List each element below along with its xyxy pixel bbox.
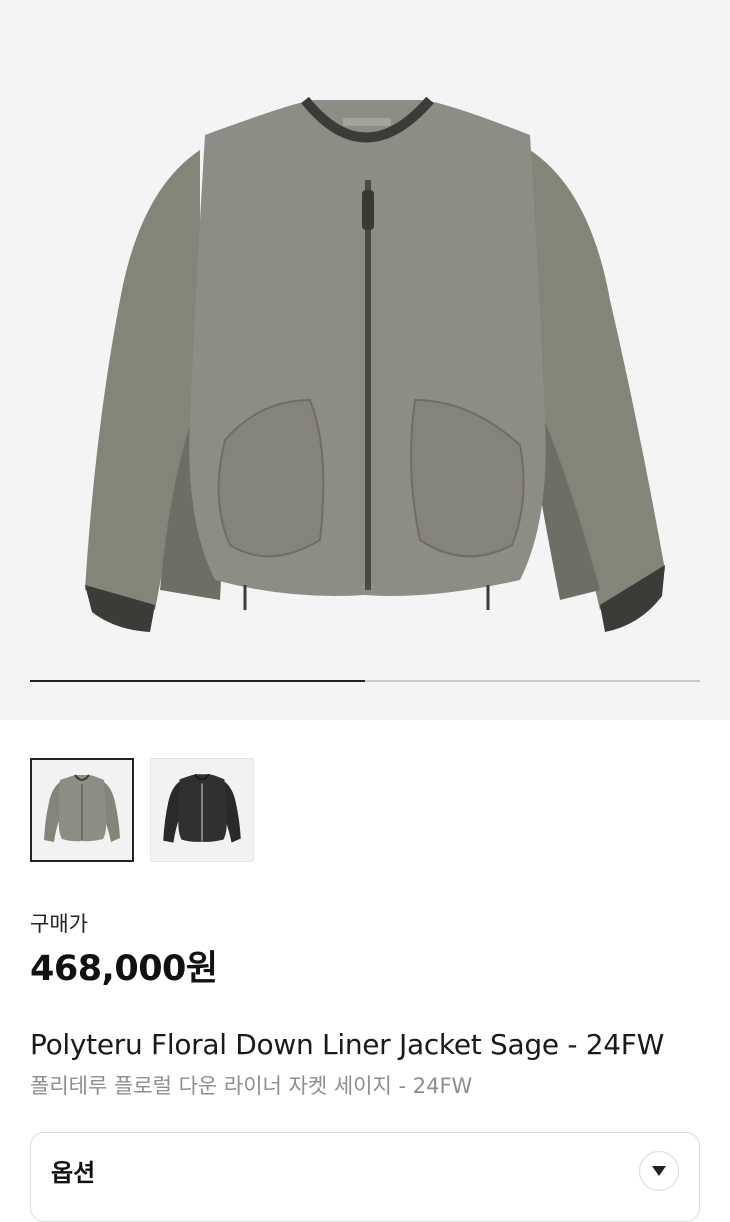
jacket-thumbnail-image — [44, 774, 120, 842]
gallery-progress-bar — [30, 680, 700, 682]
product-main-image — [85, 96, 665, 632]
gallery-progress-fill — [30, 680, 365, 682]
option-label: 옵션 — [51, 1159, 96, 1187]
thumbnail-black-jacket[interactable] — [150, 758, 254, 862]
product-title-korean: 폴리테루 플로럴 다운 라이너 자켓 세이지 - 24FW — [30, 1074, 473, 1098]
product-image-gallery[interactable] — [0, 0, 730, 720]
option-dropdown-button[interactable] — [639, 1151, 679, 1191]
chevron-down-icon — [652, 1166, 666, 1176]
thumbnail-list — [30, 758, 254, 862]
jacket-thumbnail-image — [163, 773, 241, 843]
price-label: 구매가 — [30, 912, 88, 936]
price-value: 468,000원 — [30, 949, 218, 989]
thumbnail-sage-jacket[interactable] — [30, 758, 134, 862]
option-select[interactable]: 옵션 — [30, 1132, 700, 1222]
product-title-english: Polyteru Floral Down Liner Jacket Sage -… — [30, 1028, 664, 1061]
